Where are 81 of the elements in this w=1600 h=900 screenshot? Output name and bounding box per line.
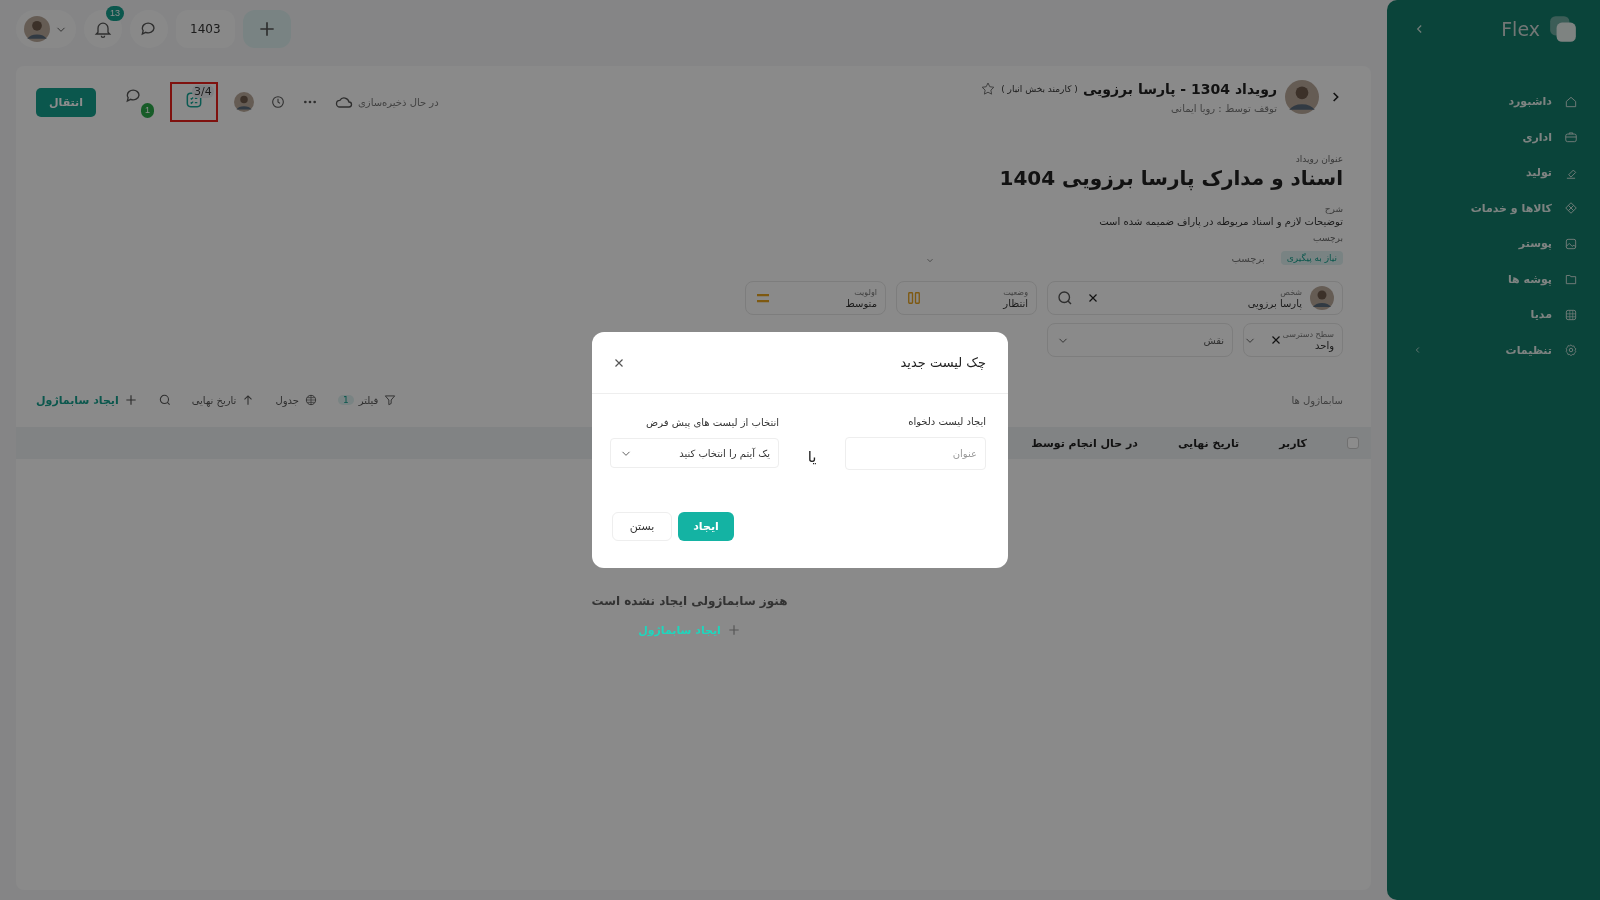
- image-icon: [1564, 236, 1578, 251]
- column-header: در حال انجام توسط: [1031, 436, 1138, 450]
- filter-count: 1: [337, 395, 354, 405]
- tag-placeholder[interactable]: برچسب: [1231, 252, 1265, 264]
- field-value: پارسا برزویی: [1247, 298, 1302, 309]
- event-title: رویداد 1304 - پارسا برزویی: [1082, 80, 1277, 97]
- status-field[interactable]: وضعیت انتظار: [896, 281, 1037, 315]
- notification-count: 13: [106, 6, 124, 21]
- description-text: توضیحات لازم و اسناد مربوطه در پاراف ضمیمه شده است: [1099, 216, 1343, 227]
- field-label: اولویت: [853, 287, 877, 298]
- avatar-icon: [1285, 80, 1319, 114]
- sort-button[interactable]: تاریخ نهایی: [191, 393, 256, 407]
- home-icon: [1564, 94, 1578, 109]
- event-role: ( کارمند بخش انبار ): [1001, 83, 1078, 94]
- sidebar-item[interactable]: داشبورد: [1413, 84, 1578, 120]
- funnel-icon: [383, 393, 398, 407]
- chat-button[interactable]: [130, 10, 168, 48]
- gear-icon: [1564, 343, 1578, 358]
- stopped-by-text: توقف توسط : رویا ایمانی: [1170, 102, 1277, 114]
- diamond-icon: [1564, 201, 1578, 216]
- sidebar-item[interactable]: اداری: [1413, 119, 1578, 155]
- avatar-icon: [24, 16, 50, 42]
- sidebar-item[interactable]: پوشه ها: [1413, 261, 1578, 297]
- pause-icon: [905, 289, 923, 307]
- field-label: وضعیت: [1003, 287, 1028, 298]
- avatar-icon: [1310, 286, 1334, 310]
- transfer-button[interactable]: انتقال: [36, 87, 96, 117]
- sidebar-item[interactable]: پوستر: [1413, 226, 1578, 262]
- dialog-title: چک لیست جدید: [900, 355, 986, 370]
- field-label: انتخاب از لیست های پیش فرض: [645, 417, 779, 428]
- checklist-progress: 3/4: [192, 85, 214, 98]
- folder-icon: [1564, 272, 1578, 287]
- year-selector[interactable]: 1403: [176, 10, 235, 48]
- briefcase-icon: [1564, 130, 1578, 145]
- column-header: تاریخ نهایی: [1177, 436, 1240, 450]
- field-label: سطح دسترسی: [1282, 329, 1334, 340]
- preset-dropdown[interactable]: یک آیتم را انتخاب کنید: [610, 438, 779, 468]
- sidebar-item[interactable]: مدیا: [1413, 297, 1578, 333]
- create-submodule-link[interactable]: ایجاد سابماژول: [632, 622, 747, 638]
- create-submodule-link[interactable]: ایجاد سابماژول: [36, 393, 138, 407]
- field-value: متوسط: [845, 298, 877, 309]
- create-button[interactable]: ایجاد: [678, 512, 734, 541]
- add-button[interactable]: [242, 10, 291, 48]
- field-value: واحد: [1313, 340, 1334, 351]
- field-label: شخص: [1279, 287, 1302, 298]
- priority-field[interactable]: اولویت متوسط: [745, 281, 886, 315]
- saving-status: در حال ذخیره‌سازی: [358, 96, 439, 108]
- table-icon: [303, 393, 318, 407]
- tag-chip[interactable]: نیاز به پیگیری: [1280, 251, 1343, 265]
- role-dropdown[interactable]: نقش: [1047, 323, 1233, 357]
- view-button[interactable]: جدول: [275, 393, 318, 407]
- account-menu[interactable]: [16, 10, 76, 48]
- sidebar-item[interactable]: تولید: [1413, 155, 1578, 191]
- plus-icon: [123, 393, 138, 407]
- grid-icon: [1564, 307, 1578, 322]
- close-button[interactable]: بستن: [612, 512, 672, 541]
- field-value: انتظار: [1003, 298, 1028, 309]
- event-name: اسناد و مدارک پارسا برزویی 1404: [999, 166, 1343, 190]
- brand-name: Flex: [1501, 18, 1540, 40]
- clock-icon[interactable]: [270, 94, 286, 110]
- comment-count: 1: [141, 103, 154, 118]
- search-icon[interactable]: [1056, 289, 1074, 307]
- or-text: یا: [806, 448, 818, 468]
- select-all-checkbox[interactable]: [1347, 437, 1359, 449]
- plus-icon: [726, 623, 741, 637]
- access-field[interactable]: سطح دسترسی واحد: [1243, 323, 1343, 357]
- sidebar-item[interactable]: تنظیمات: [1413, 332, 1578, 368]
- field-label: ایجاد لیست دلخواه: [907, 416, 986, 427]
- person-field[interactable]: شخص پارسا برزویی: [1047, 281, 1343, 315]
- section-heading: سابماژول ها: [1291, 394, 1343, 406]
- field-label: عنوان رویداد: [1295, 154, 1343, 164]
- avatar-icon[interactable]: [234, 92, 254, 112]
- field-label: شرح: [1324, 204, 1343, 214]
- comments-button[interactable]: 1: [122, 86, 154, 118]
- title-input[interactable]: عنوان: [845, 437, 986, 470]
- column-header: کاربر: [1279, 436, 1307, 450]
- empty-state-text: هنوز سابماژولی ایجاد نشده است: [591, 594, 788, 608]
- sidebar-item[interactable]: کالاها و خدمات: [1413, 190, 1578, 226]
- field-label: برچسب: [1313, 233, 1343, 243]
- search-icon[interactable]: [157, 393, 172, 407]
- star-icon[interactable]: [980, 80, 997, 97]
